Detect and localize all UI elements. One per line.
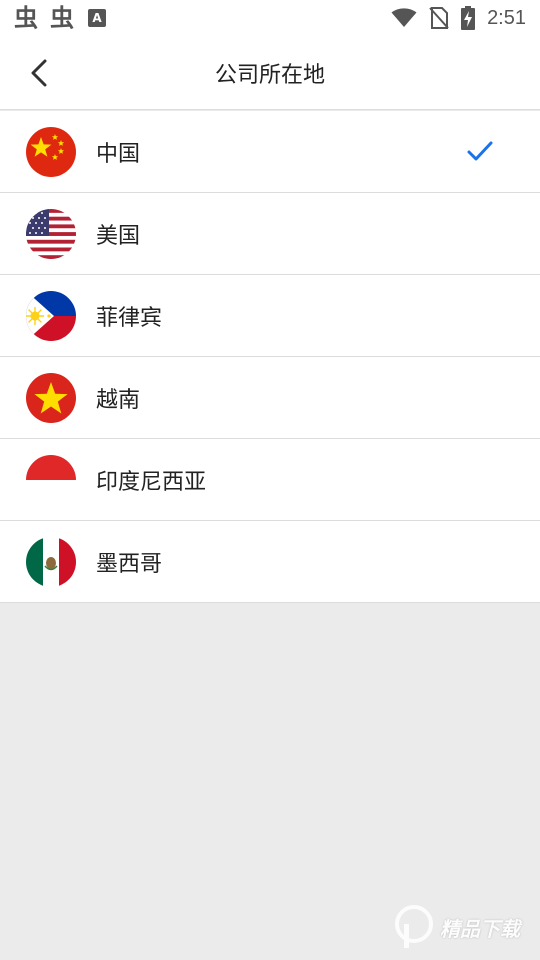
- watermark: 精品下载: [394, 900, 534, 954]
- page-title: 公司所在地: [214, 63, 325, 88]
- country-name: 中国: [96, 142, 141, 167]
- app-header: 公司所在地: [0, 36, 540, 110]
- vietnam-flag-icon: [26, 373, 76, 423]
- country-name: 越南: [96, 388, 141, 413]
- check-icon: [467, 141, 493, 161]
- status-bar-left: 虫 虫 A: [14, 6, 106, 30]
- country-row-vietnam[interactable]: 越南: [0, 357, 540, 439]
- back-button[interactable]: [22, 56, 56, 90]
- country-name: 菲律宾: [96, 306, 163, 331]
- country-row-usa[interactable]: 美国: [0, 193, 540, 275]
- chevron-left-icon: [31, 59, 47, 87]
- country-row-china[interactable]: 中国: [0, 111, 540, 193]
- status-bar-right: 2:51: [391, 0, 526, 36]
- mexico-flag-icon: [26, 537, 76, 587]
- status-bar: 虫 虫 A 2:51: [0, 0, 540, 36]
- battery-charging-icon: [461, 6, 476, 30]
- country-name: 印度尼西亚: [96, 470, 207, 495]
- font-notification-icon: A: [88, 9, 106, 27]
- country-list: 中国 美国 菲律宾 越南 印度尼西亚 墨西哥: [0, 111, 540, 603]
- country-name: 美国: [96, 224, 141, 249]
- bug-app-icon: 虫: [50, 4, 74, 32]
- philippines-flag-icon: [26, 291, 76, 341]
- country-row-philippines[interactable]: 菲律宾: [0, 275, 540, 357]
- no-sim-icon: [429, 7, 449, 29]
- indonesia-flag-icon: [26, 455, 76, 505]
- country-name: 墨西哥: [96, 552, 163, 577]
- watermark-text: 精品下载: [440, 916, 520, 941]
- clock-time: 2:51: [487, 6, 526, 29]
- country-row-indonesia[interactable]: 印度尼西亚: [0, 439, 540, 521]
- china-flag-icon: [26, 127, 76, 177]
- bug-app-icon: 虫: [14, 4, 38, 32]
- usa-flag-icon: [26, 209, 76, 259]
- watermark-logo-icon: [395, 905, 433, 948]
- country-row-mexico[interactable]: 墨西哥: [0, 521, 540, 603]
- wifi-icon: [391, 8, 417, 27]
